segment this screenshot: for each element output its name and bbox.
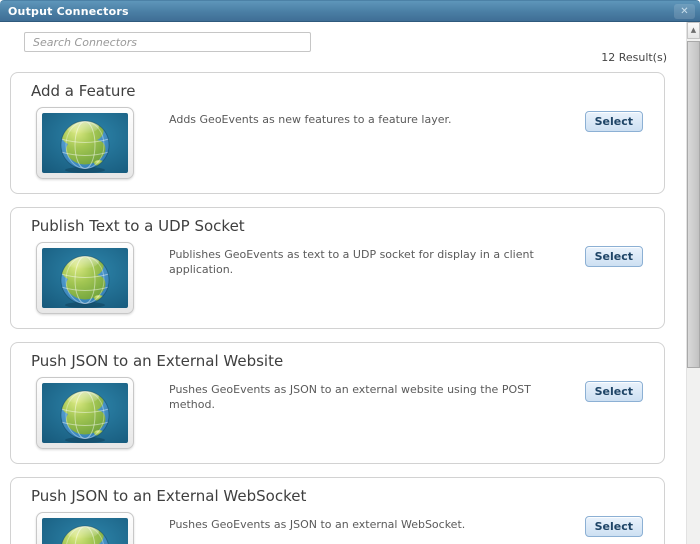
connector-description: Pushes GeoEvents as JSON to an external … (169, 518, 466, 531)
globe-icon (42, 113, 128, 173)
select-button[interactable]: Select (584, 246, 643, 267)
connector-thumbnail (36, 512, 134, 544)
select-button[interactable]: Select (584, 516, 643, 537)
select-button[interactable]: Select (584, 111, 643, 132)
globe-icon (42, 248, 128, 308)
select-button[interactable]: Select (584, 381, 643, 402)
connector-title: Push JSON to an External Website (31, 352, 284, 370)
connector-thumbnail (36, 377, 134, 449)
globe-icon (42, 518, 128, 544)
connector-description: Publishes GeoEvents as text to a UDP soc… (169, 248, 534, 276)
connector-description: Adds GeoEvents as new features to a feat… (169, 113, 452, 126)
globe-icon (42, 383, 128, 443)
connector-thumbnail (36, 107, 134, 179)
connector-thumbnail (36, 242, 134, 314)
scrollbar-thumb[interactable] (687, 41, 700, 368)
connector-description: Pushes GeoEvents as JSON to an external … (169, 383, 531, 411)
results-count: 12 Result(s) (601, 51, 667, 64)
connector-title: Publish Text to a UDP Socket (31, 217, 245, 235)
dialog-title: Output Connectors (8, 5, 129, 18)
close-icon[interactable]: ✕ (674, 4, 695, 19)
connector-title: Add a Feature (31, 82, 136, 100)
dialog-titlebar[interactable]: Output Connectors ✕ (0, 0, 700, 22)
connector-card: Publish Text to a UDP Socket Publishes G… (10, 207, 665, 329)
connector-title: Push JSON to an External WebSocket (31, 487, 307, 505)
vertical-scrollbar[interactable]: ▲ (686, 22, 700, 544)
connector-card: Add a Feature Adds GeoEvents as new feat… (10, 72, 665, 194)
connector-card: Push JSON to an External Website Pushes … (10, 342, 665, 464)
search-input[interactable] (24, 32, 311, 52)
scroll-up-icon[interactable]: ▲ (687, 22, 700, 39)
connector-card: Push JSON to an External WebSocket Pushe… (10, 477, 665, 544)
output-connectors-dialog: Output Connectors ✕ 12 Result(s) Add a F… (0, 0, 700, 544)
